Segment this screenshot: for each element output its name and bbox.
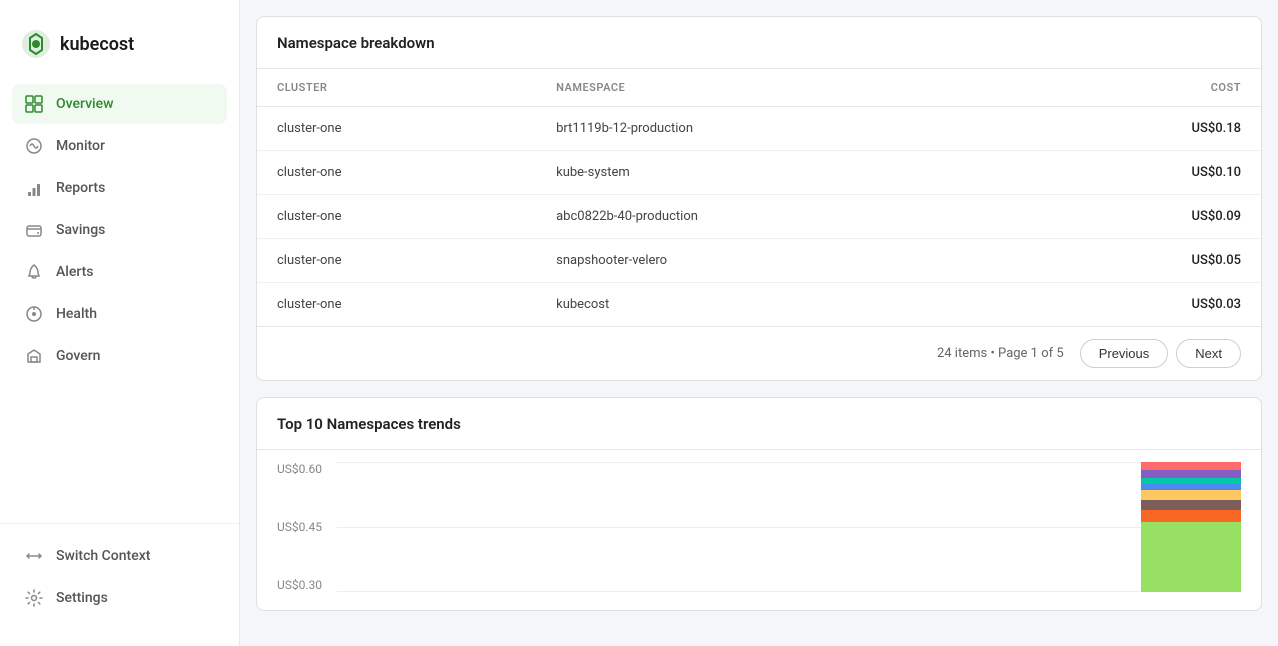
settings-label: Settings [56,590,108,606]
sidebar-item-settings[interactable]: Settings [12,578,227,618]
cell-cluster-2: cluster-one [257,195,536,239]
bar-segment-1 [1141,470,1241,478]
table-row: cluster-one brt1119b-12-production US$0.… [257,107,1261,151]
bar-segment-5 [1141,500,1241,510]
table-row: cluster-one snapshooter-velero US$0.05 [257,239,1261,283]
cell-cost-3: US$0.05 [1022,239,1261,283]
cell-namespace-4: kubecost [536,283,1022,327]
logo-container: kubecost [0,16,239,84]
main-content: Namespace breakdown CLUSTER NAMESPACE CO… [240,0,1278,646]
cell-cost-2: US$0.09 [1022,195,1261,239]
col-cluster: CLUSTER [257,69,536,107]
next-button[interactable]: Next [1176,339,1241,368]
content-inner: Namespace breakdown CLUSTER NAMESPACE CO… [240,16,1278,611]
grid-lines [337,462,1241,592]
sidebar-item-label-govern: Govern [56,348,100,364]
bar-segment-0 [1141,462,1241,470]
bar-segment-6 [1141,510,1241,522]
sidebar-item-label-overview: Overview [56,96,113,112]
cell-cluster-0: cluster-one [257,107,536,151]
bar-segment-4 [1141,490,1241,500]
logo-text: kubecost [60,34,134,55]
alerts-icon [24,262,44,282]
table-row: cluster-one kube-system US$0.10 [257,151,1261,195]
sidebar-item-monitor[interactable]: Monitor [12,126,227,166]
y-axis-labels: US$0.60 US$0.45 US$0.30 [277,462,322,592]
reports-icon [24,178,44,198]
stacked-bar-chart [1141,462,1241,592]
sidebar-item-reports[interactable]: Reports [12,168,227,208]
cell-cost-1: US$0.10 [1022,151,1261,195]
col-cost: COST [1022,69,1261,107]
cell-cluster-3: cluster-one [257,239,536,283]
sidebar-item-savings[interactable]: Savings [12,210,227,250]
sidebar-item-health[interactable]: Health [12,294,227,334]
table-row: cluster-one kubecost US$0.03 [257,283,1261,327]
main-nav: Overview Monitor Reports [0,84,239,523]
pagination-info: 24 items • Page 1 of 5 [937,346,1064,361]
sidebar-item-label-health: Health [56,306,97,322]
cell-namespace-1: kube-system [536,151,1022,195]
bar-segment-7 [1141,522,1241,592]
govern-icon [24,346,44,366]
y-label-0: US$0.60 [277,462,322,476]
grid-line-0 [337,462,1241,463]
namespace-breakdown-card: Namespace breakdown CLUSTER NAMESPACE CO… [256,16,1262,381]
sidebar-item-overview[interactable]: Overview [12,84,227,124]
sidebar-item-label-savings: Savings [56,222,105,238]
sidebar-item-label-alerts: Alerts [56,264,94,280]
table-row: cluster-one abc0822b-40-production US$0.… [257,195,1261,239]
overview-icon [24,94,44,114]
sidebar: kubecost Overview Monitor [0,0,240,646]
cell-cluster-1: cluster-one [257,151,536,195]
trends-chart: US$0.60 US$0.45 US$0.30 [257,450,1261,610]
sidebar-item-alerts[interactable]: Alerts [12,252,227,292]
kubecost-logo-icon [20,28,52,60]
cell-namespace-3: snapshooter-velero [536,239,1022,283]
sidebar-item-govern[interactable]: Govern [12,336,227,376]
y-label-2: US$0.30 [277,578,322,592]
cell-cost-4: US$0.03 [1022,283,1261,327]
previous-button[interactable]: Previous [1080,339,1169,368]
switch-context-label: Switch Context [56,548,150,564]
sidebar-item-label-monitor: Monitor [56,138,105,154]
trends-title: Top 10 Namespaces trends [277,415,461,433]
pagination-row: 24 items • Page 1 of 5 Previous Next [257,326,1261,380]
cell-namespace-2: abc0822b-40-production [536,195,1022,239]
savings-icon [24,220,44,240]
sidebar-bottom: Switch Context Settings [0,523,239,630]
switch-context-icon [24,546,44,566]
sidebar-item-switch-context[interactable]: Switch Context [12,536,227,576]
sidebar-item-label-reports: Reports [56,180,105,196]
y-label-1: US$0.45 [277,520,322,534]
col-namespace: NAMESPACE [536,69,1022,107]
health-icon [24,304,44,324]
grid-line-1 [337,527,1241,528]
settings-icon [24,588,44,608]
namespace-breakdown-header: Namespace breakdown [257,17,1261,69]
trends-card: Top 10 Namespaces trends US$0.60 US$0.45… [256,397,1262,611]
table-header-row: CLUSTER NAMESPACE COST [257,69,1261,107]
namespace-breakdown-table: CLUSTER NAMESPACE COST cluster-one brt11… [257,69,1261,326]
trends-header: Top 10 Namespaces trends [257,398,1261,450]
grid-line-2 [337,591,1241,592]
cell-namespace-0: brt1119b-12-production [536,107,1022,151]
cell-cluster-4: cluster-one [257,283,536,327]
namespace-breakdown-title: Namespace breakdown [277,34,435,52]
cell-cost-0: US$0.18 [1022,107,1261,151]
monitor-icon [24,136,44,156]
